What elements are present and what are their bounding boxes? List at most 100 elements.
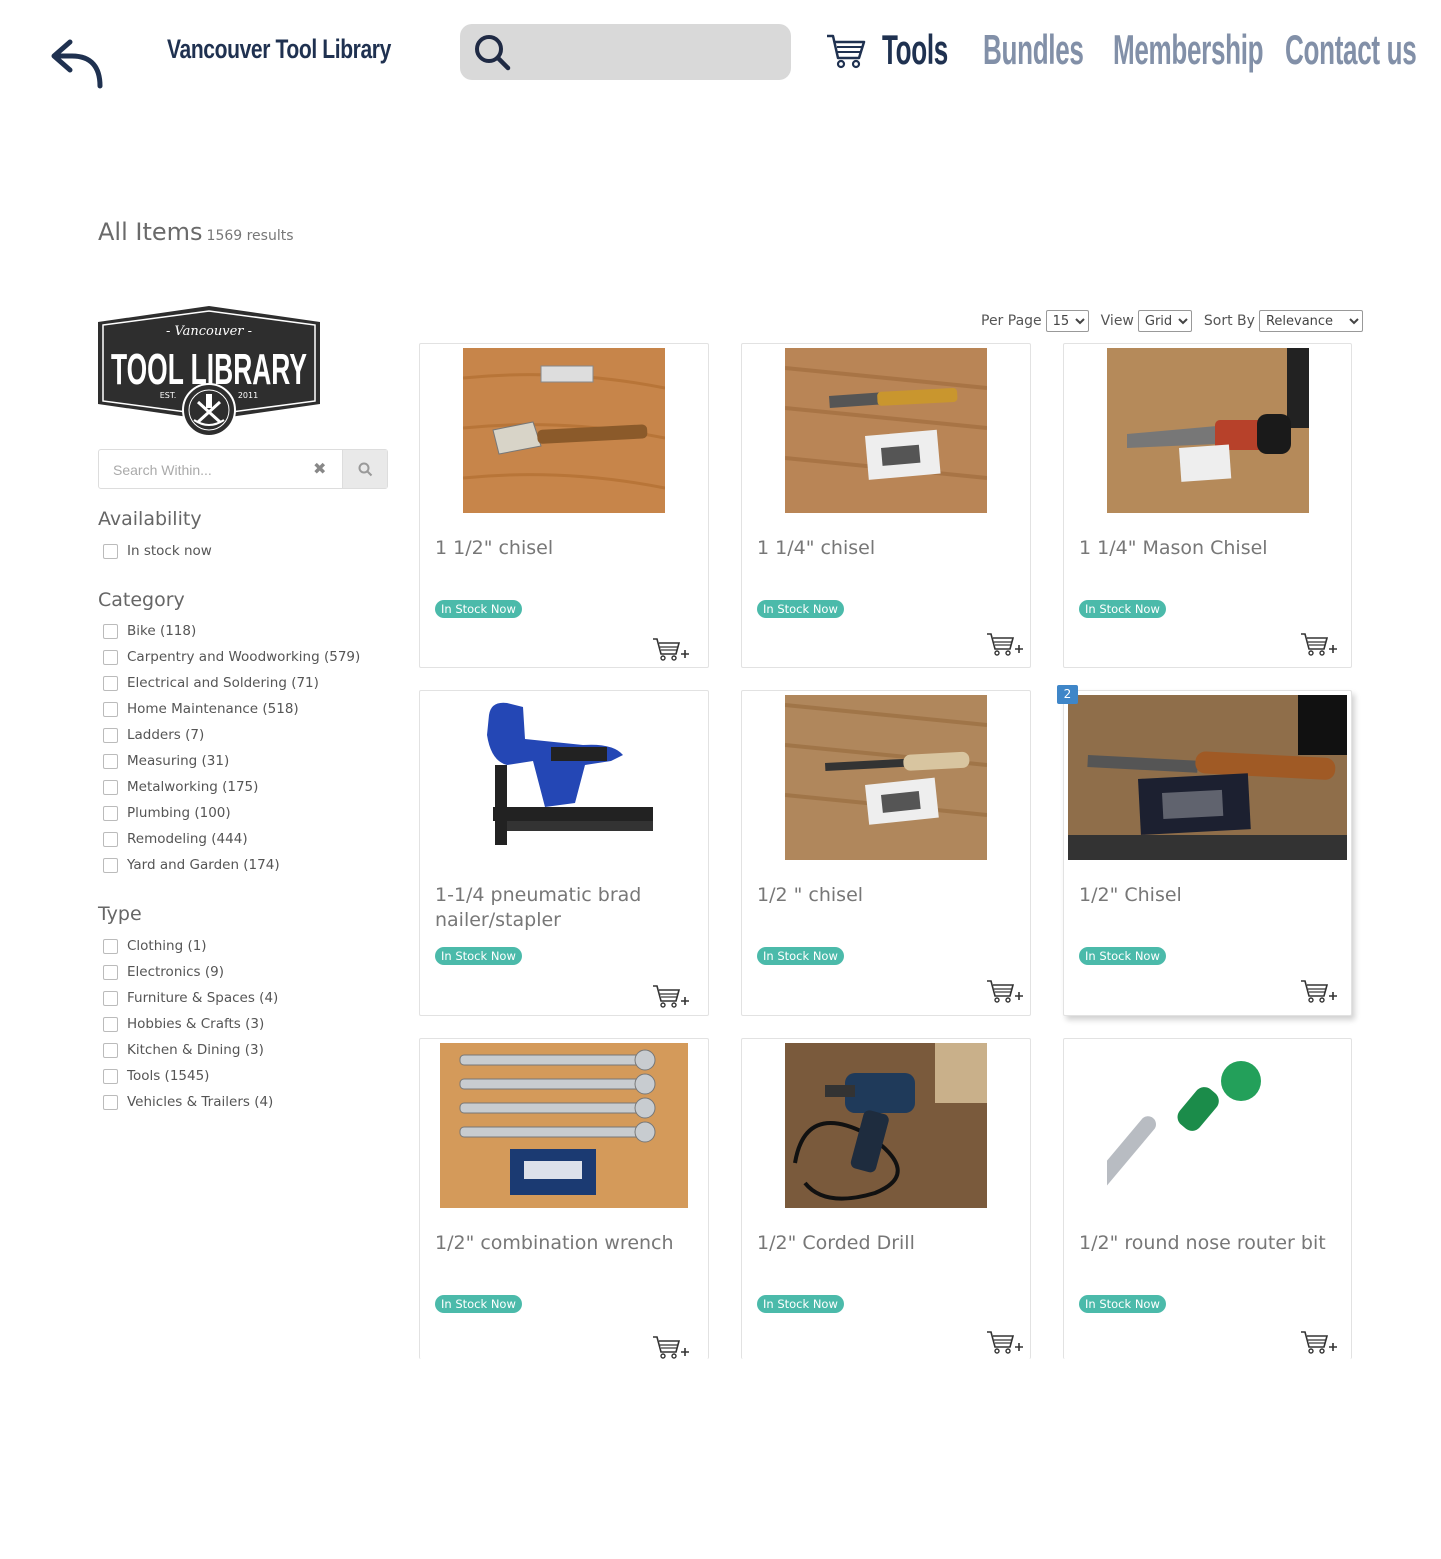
site-brand-link[interactable]: Vancouver Tool Library [167, 34, 391, 65]
product-image[interactable] [1107, 348, 1309, 513]
product-image[interactable] [463, 695, 665, 860]
product-card[interactable]: 1/2" round nose router bit In Stock Now [1063, 1038, 1352, 1359]
checkbox[interactable] [103, 623, 118, 639]
clear-icon[interactable]: ✖ [313, 459, 326, 478]
nav-bundles[interactable]: Bundles [983, 26, 1084, 74]
product-title[interactable]: 1/2" Chisel [1079, 883, 1339, 908]
add-to-cart-icon[interactable] [1300, 1329, 1338, 1355]
stock-badge: In Stock Now [435, 947, 522, 965]
svg-text:- Vancouver -: - Vancouver - [166, 324, 252, 339]
product-title[interactable]: 1/2" combination wrench [435, 1231, 695, 1256]
checkbox[interactable] [103, 1068, 118, 1084]
facet-category-item[interactable]: Carpentry and Woodworking (579) [103, 649, 360, 665]
view-select[interactable]: Grid [1137, 310, 1192, 332]
checkbox[interactable] [103, 753, 118, 769]
stock-badge: In Stock Now [757, 1295, 844, 1313]
product-image[interactable] [785, 348, 987, 513]
product-title[interactable]: 1/2" Corded Drill [757, 1231, 1017, 1256]
checkbox[interactable] [103, 1094, 118, 1110]
search-within-input[interactable] [111, 458, 305, 482]
checkbox[interactable] [103, 831, 118, 847]
cart-icon[interactable] [825, 32, 867, 70]
add-to-cart-icon[interactable] [986, 978, 1024, 1004]
product-image[interactable] [785, 1043, 987, 1208]
checkbox[interactable] [103, 990, 118, 1006]
results-controls: Per Page 15 View Grid Sort By Relevance [981, 310, 1363, 332]
per-page-label: Per Page [981, 313, 1042, 329]
product-card[interactable]: 1 1/2" chisel In Stock Now [419, 343, 709, 668]
nav-tools[interactable]: Tools [882, 26, 948, 74]
checkbox[interactable] [103, 1042, 118, 1058]
checkbox[interactable] [103, 805, 118, 821]
product-card[interactable]: 1/2 " chisel In Stock Now [741, 690, 1031, 1016]
sort-select[interactable]: Relevance [1258, 310, 1363, 332]
facet-type-item[interactable]: Clothing (1) [103, 938, 207, 954]
product-card[interactable]: 1 1/4" chisel In Stock Now [741, 343, 1031, 668]
add-to-cart-icon[interactable] [986, 631, 1024, 657]
site-search-input[interactable] [520, 34, 779, 72]
product-image[interactable] [463, 348, 665, 513]
checkbox[interactable] [103, 1016, 118, 1032]
product-card[interactable]: 1-1/4 pneumatic brad nailer/stapler In S… [419, 690, 709, 1016]
back-arrow-icon[interactable] [48, 38, 106, 90]
facet-label: Ladders (7) [127, 727, 205, 743]
product-image[interactable] [440, 1043, 688, 1208]
facet-category-item[interactable]: Ladders (7) [103, 727, 204, 743]
search-within-button[interactable] [342, 450, 387, 488]
product-title[interactable]: 1 1/4" chisel [757, 536, 1017, 561]
search-icon [358, 462, 373, 477]
facet-category-item[interactable]: Remodeling (444) [103, 831, 248, 847]
product-card[interactable]: 1/2" combination wrench In Stock Now [419, 1038, 709, 1359]
facet-category-item[interactable]: Plumbing (100) [103, 805, 231, 821]
add-to-cart-icon[interactable] [986, 1329, 1024, 1355]
product-title[interactable]: 1/2" round nose router bit [1079, 1231, 1339, 1256]
stock-badge: In Stock Now [757, 600, 844, 618]
product-title[interactable]: 1/2 " chisel [757, 883, 1017, 908]
product-card[interactable]: 1/2" Chisel In Stock Now [1063, 690, 1352, 1016]
nav-membership[interactable]: Membership [1113, 26, 1264, 74]
checkbox[interactable] [103, 675, 118, 691]
facet-type-item[interactable]: Tools (1545) [103, 1068, 209, 1084]
product-image[interactable] [785, 695, 987, 860]
product-title[interactable]: 1 1/2" chisel [435, 536, 695, 561]
add-to-cart-icon[interactable] [652, 1334, 690, 1360]
checkbox[interactable] [103, 857, 118, 873]
facet-type-item[interactable]: Hobbies & Crafts (3) [103, 1016, 264, 1032]
add-to-cart-icon[interactable] [652, 636, 690, 662]
checkbox[interactable] [103, 938, 118, 954]
add-to-cart-icon[interactable] [1300, 631, 1338, 657]
facet-in-stock[interactable]: In stock now [103, 543, 212, 559]
product-card[interactable]: 1 1/4" Mason Chisel In Stock Now [1063, 343, 1352, 668]
product-title[interactable]: 1-1/4 pneumatic brad nailer/stapler [435, 883, 695, 933]
facet-type-item[interactable]: Electronics (9) [103, 964, 224, 980]
add-to-cart-icon[interactable] [652, 983, 690, 1009]
product-title[interactable]: 1 1/4" Mason Chisel [1079, 536, 1339, 561]
checkbox[interactable] [103, 701, 118, 717]
checkbox[interactable] [103, 964, 118, 980]
search-icon[interactable] [472, 32, 512, 72]
facet-type-item[interactable]: Vehicles & Trailers (4) [103, 1094, 273, 1110]
facet-type-item[interactable]: Furniture & Spaces (4) [103, 990, 278, 1006]
product-image[interactable] [1068, 695, 1347, 860]
product-image[interactable] [1107, 1043, 1309, 1208]
facet-type-item[interactable]: Kitchen & Dining (3) [103, 1042, 264, 1058]
facet-label: Home Maintenance (518) [127, 701, 299, 717]
nav-contact-us[interactable]: Contact us [1285, 26, 1417, 74]
facet-category-item[interactable]: Bike (118) [103, 623, 196, 639]
facet-category-item[interactable]: Electrical and Soldering (71) [103, 675, 319, 691]
add-to-cart-icon[interactable] [1300, 978, 1338, 1004]
image-count-badge: 2 [1057, 685, 1078, 704]
site-search-bar[interactable] [460, 24, 791, 80]
checkbox[interactable] [103, 649, 118, 665]
facet-category-item[interactable]: Metalworking (175) [103, 779, 258, 795]
per-page-select[interactable]: 15 [1045, 310, 1089, 332]
checkbox[interactable] [103, 779, 118, 795]
checkbox[interactable] [103, 543, 118, 559]
facet-category-item[interactable]: Home Maintenance (518) [103, 701, 299, 717]
facet-label: Metalworking (175) [127, 779, 259, 795]
facet-category-item[interactable]: Measuring (31) [103, 753, 229, 769]
checkbox[interactable] [103, 727, 118, 743]
product-card[interactable]: 1/2" Corded Drill In Stock Now [741, 1038, 1031, 1359]
facet-label: Vehicles & Trailers (4) [127, 1094, 274, 1110]
facet-category-item[interactable]: Yard and Garden (174) [103, 857, 280, 873]
